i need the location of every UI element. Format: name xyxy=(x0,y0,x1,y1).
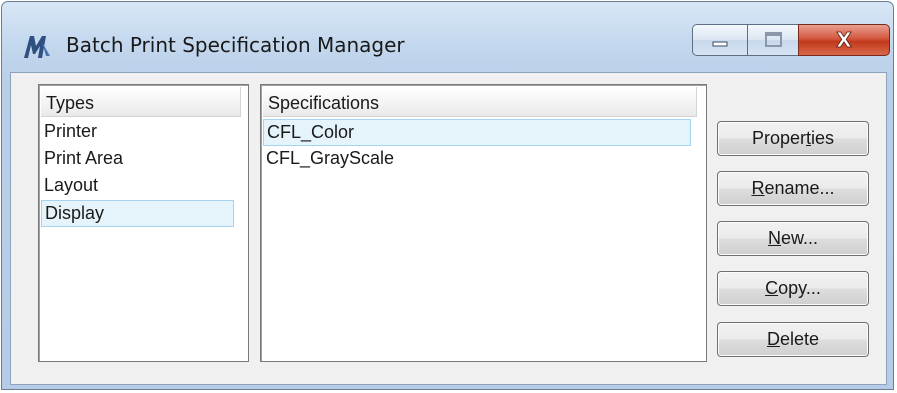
properties-label-pre: Proper xyxy=(751,128,806,148)
bentley-m-icon xyxy=(22,32,52,60)
types-item-display[interactable]: Display xyxy=(41,200,234,227)
delete-accel-key: D xyxy=(766,329,780,349)
close-button[interactable]: X xyxy=(798,24,890,56)
maximize-button[interactable] xyxy=(747,24,799,56)
new-button[interactable]: New... xyxy=(717,221,869,256)
window-title: Batch Print Specification Manager xyxy=(66,33,405,57)
caption-buttons: X xyxy=(692,24,892,58)
new-label-post: ew... xyxy=(780,228,819,248)
properties-button[interactable]: Properties xyxy=(717,121,869,156)
delete-button[interactable]: Delete xyxy=(717,322,869,357)
minimize-button[interactable] xyxy=(692,24,748,56)
types-column-header[interactable]: Types xyxy=(41,87,241,117)
types-list[interactable]: Types Printer Print Area Layout Display xyxy=(38,84,249,362)
rename-accel-key: R xyxy=(751,178,765,198)
title-bar[interactable]: Batch Print Specification Manager X xyxy=(2,2,893,74)
types-item-printer[interactable]: Printer xyxy=(41,119,234,146)
maximize-icon xyxy=(765,32,782,47)
dialog-window: Batch Print Specification Manager X Type… xyxy=(1,1,894,390)
properties-label-post: ies xyxy=(811,128,835,148)
types-item-print-area[interactable]: Print Area xyxy=(41,146,234,173)
types-item-layout[interactable]: Layout xyxy=(41,173,234,200)
minimize-icon xyxy=(712,41,728,47)
new-accel-key: N xyxy=(767,228,781,248)
close-icon: X xyxy=(836,28,853,53)
rename-label-post: ename... xyxy=(764,178,835,198)
spec-item-cfl-color[interactable]: CFL_Color xyxy=(263,119,691,146)
specifications-column-header[interactable]: Specifications xyxy=(263,87,697,117)
copy-accel-key: C xyxy=(765,278,779,298)
dialog-client-area: Types Printer Print Area Layout Display … xyxy=(10,72,887,385)
delete-label-post: elete xyxy=(779,329,820,349)
spec-item-cfl-grayscale[interactable]: CFL_GrayScale xyxy=(263,146,691,173)
copy-button[interactable]: Copy... xyxy=(717,271,869,306)
specifications-list[interactable]: Specifications CFL_Color CFL_GrayScale xyxy=(260,84,707,362)
svg-text:X: X xyxy=(836,28,852,52)
copy-label-post: opy... xyxy=(778,278,821,298)
rename-button[interactable]: Rename... xyxy=(717,171,869,206)
